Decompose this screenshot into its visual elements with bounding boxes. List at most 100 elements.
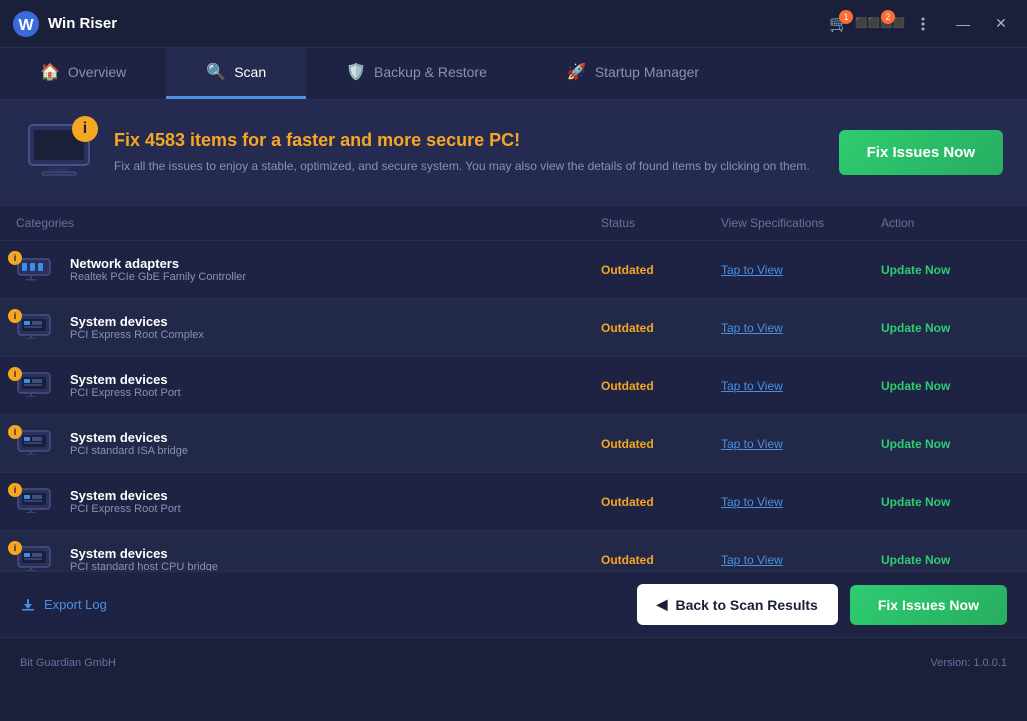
row-name-wrap: i System devices PCI Express Root Comple… xyxy=(16,311,601,344)
update-now-link[interactable]: Update Now xyxy=(881,553,950,567)
tap-to-view-link[interactable]: Tap to View xyxy=(721,495,783,509)
notification-icon-1[interactable]: 🛒 1 xyxy=(823,8,855,40)
row-category: System devices xyxy=(62,314,204,329)
col-action: Action xyxy=(881,216,1011,230)
tap-to-view-link[interactable]: Tap to View xyxy=(721,263,783,277)
minimize-button[interactable]: — xyxy=(949,10,977,38)
app-title: Win Riser xyxy=(48,15,823,32)
tap-to-view-link[interactable]: Tap to View xyxy=(721,321,783,335)
banner: i Fix 4583 items for a faster and more s… xyxy=(0,100,1027,206)
row-device: PCI Express Root Port xyxy=(62,503,181,515)
row-category: System devices xyxy=(62,430,188,445)
update-now-link[interactable]: Update Now xyxy=(881,437,950,451)
table-body: i Network adapters Realtek PCIe GbE Fami… xyxy=(0,241,1027,571)
row-device: PCI Express Root Complex xyxy=(62,329,204,341)
tap-to-view-link[interactable]: Tap to View xyxy=(721,437,783,451)
row-name-wrap: i System devices PCI standard ISA bridge xyxy=(16,427,601,460)
info-badge: i xyxy=(8,483,22,497)
update-now-link[interactable]: Update Now xyxy=(881,379,950,393)
update-now-link[interactable]: Update Now xyxy=(881,321,950,335)
table-header: Categories Status View Specifications Ac… xyxy=(0,206,1027,241)
tap-to-view-link[interactable]: Tap to View xyxy=(721,379,783,393)
svg-text:W: W xyxy=(18,17,34,34)
badge-1: 1 xyxy=(839,10,853,24)
row-text: System devices PCI standard ISA bridge xyxy=(62,430,188,457)
banner-subtitle: Fix all the issues to enjoy a stable, op… xyxy=(114,157,819,175)
publisher-text: Bit Guardian GmbH xyxy=(20,657,116,669)
action-bar-right: ◀ Back to Scan Results Fix Issues Now xyxy=(637,584,1007,625)
device-icon-wrap: i xyxy=(16,427,52,460)
row-name-wrap: i System devices PCI Express Root Port xyxy=(16,485,601,518)
table-row: i System devices PCI standard ISA bridge… xyxy=(0,415,1027,473)
tab-backup[interactable]: 🛡️ Backup & Restore xyxy=(306,48,527,99)
info-badge: i xyxy=(8,309,22,323)
notification-icon-2[interactable]: ⬛⬛⬛⬛ 2 xyxy=(865,8,897,40)
col-categories: Categories xyxy=(16,216,601,230)
startup-icon: 🚀 xyxy=(567,62,587,82)
row-device: PCI standard ISA bridge xyxy=(62,445,188,457)
title-bar-controls: 🛒 1 ⬛⬛⬛⬛ 2 — ✕ xyxy=(823,8,1015,40)
row-text: System devices PCI Express Root Complex xyxy=(62,314,204,341)
scan-icon: 🔍 xyxy=(206,62,226,82)
action-bar: Export Log ◀ Back to Scan Results Fix Is… xyxy=(0,571,1027,637)
overview-icon: 🏠 xyxy=(40,62,60,82)
info-badge: i xyxy=(8,251,22,265)
backup-icon: 🛡️ xyxy=(346,62,366,82)
tab-startup[interactable]: 🚀 Startup Manager xyxy=(527,48,739,99)
info-badge: i xyxy=(8,541,22,555)
tab-scan[interactable]: 🔍 Scan xyxy=(166,48,306,99)
device-icon-wrap: i xyxy=(16,543,52,571)
menu-icon[interactable] xyxy=(907,8,939,40)
app-logo: W xyxy=(12,10,40,38)
row-text: System devices PCI Express Root Port xyxy=(62,488,181,515)
table-row: i System devices PCI standard host CPU b… xyxy=(0,531,1027,571)
status-badge: Outdated xyxy=(601,437,721,451)
export-log-label: Export Log xyxy=(44,597,107,612)
status-badge: Outdated xyxy=(601,495,721,509)
table-row: i Network adapters Realtek PCIe GbE Fami… xyxy=(0,241,1027,299)
row-device: PCI standard host CPU bridge xyxy=(62,561,218,571)
update-now-link[interactable]: Update Now xyxy=(881,495,950,509)
row-name-wrap: i System devices PCI standard host CPU b… xyxy=(16,543,601,571)
update-now-link[interactable]: Update Now xyxy=(881,263,950,277)
banner-text: Fix 4583 items for a faster and more sec… xyxy=(114,130,819,175)
status-badge: Outdated xyxy=(601,379,721,393)
alert-badge: i xyxy=(72,116,98,142)
tab-overview[interactable]: 🏠 Overview xyxy=(0,48,166,99)
row-name-wrap: i System devices PCI Express Root Port xyxy=(16,369,601,402)
back-chevron-icon: ◀ xyxy=(657,596,668,613)
main-content: i Fix 4583 items for a faster and more s… xyxy=(0,100,1027,721)
col-view-specs: View Specifications xyxy=(721,216,881,230)
col-status: Status xyxy=(601,216,721,230)
status-badge: Outdated xyxy=(601,321,721,335)
banner-title: Fix 4583 items for a faster and more sec… xyxy=(114,130,819,151)
footer: Bit Guardian GmbH Version: 1.0.0.1 xyxy=(0,637,1027,687)
title-bar: W Win Riser 🛒 1 ⬛⬛⬛⬛ 2 — ✕ xyxy=(0,0,1027,48)
row-text: System devices PCI Express Root Port xyxy=(62,372,181,399)
tap-to-view-link[interactable]: Tap to View xyxy=(721,553,783,567)
row-name-wrap: i Network adapters Realtek PCIe GbE Fami… xyxy=(16,253,601,286)
info-badge: i xyxy=(8,367,22,381)
table-row: i System devices PCI Express Root Port O… xyxy=(0,473,1027,531)
row-device: PCI Express Root Port xyxy=(62,387,181,399)
export-log-button[interactable]: Export Log xyxy=(20,597,107,613)
table-row: i System devices PCI Express Root Comple… xyxy=(0,299,1027,357)
close-button[interactable]: ✕ xyxy=(987,10,1015,38)
row-device: Realtek PCIe GbE Family Controller xyxy=(62,271,246,283)
row-category: Network adapters xyxy=(62,256,246,271)
device-icon-wrap: i xyxy=(16,369,52,402)
fix-issues-button[interactable]: Fix Issues Now xyxy=(839,130,1003,175)
back-button-label: Back to Scan Results xyxy=(675,597,817,613)
row-category: System devices xyxy=(62,546,218,561)
nav-tabs: 🏠 Overview 🔍 Scan 🛡️ Backup & Restore 🚀 … xyxy=(0,48,1027,100)
fix-issues-main-button[interactable]: Fix Issues Now xyxy=(850,585,1007,625)
back-to-scan-results-button[interactable]: ◀ Back to Scan Results xyxy=(637,584,838,625)
export-icon xyxy=(20,597,36,613)
device-icon-wrap: i xyxy=(16,253,52,286)
row-text: System devices PCI standard host CPU bri… xyxy=(62,546,218,571)
version-text: Version: 1.0.0.1 xyxy=(931,657,1007,669)
row-text: Network adapters Realtek PCIe GbE Family… xyxy=(62,256,246,283)
table-row: i System devices PCI Express Root Port O… xyxy=(0,357,1027,415)
info-badge: i xyxy=(8,425,22,439)
row-category: System devices xyxy=(62,488,181,503)
